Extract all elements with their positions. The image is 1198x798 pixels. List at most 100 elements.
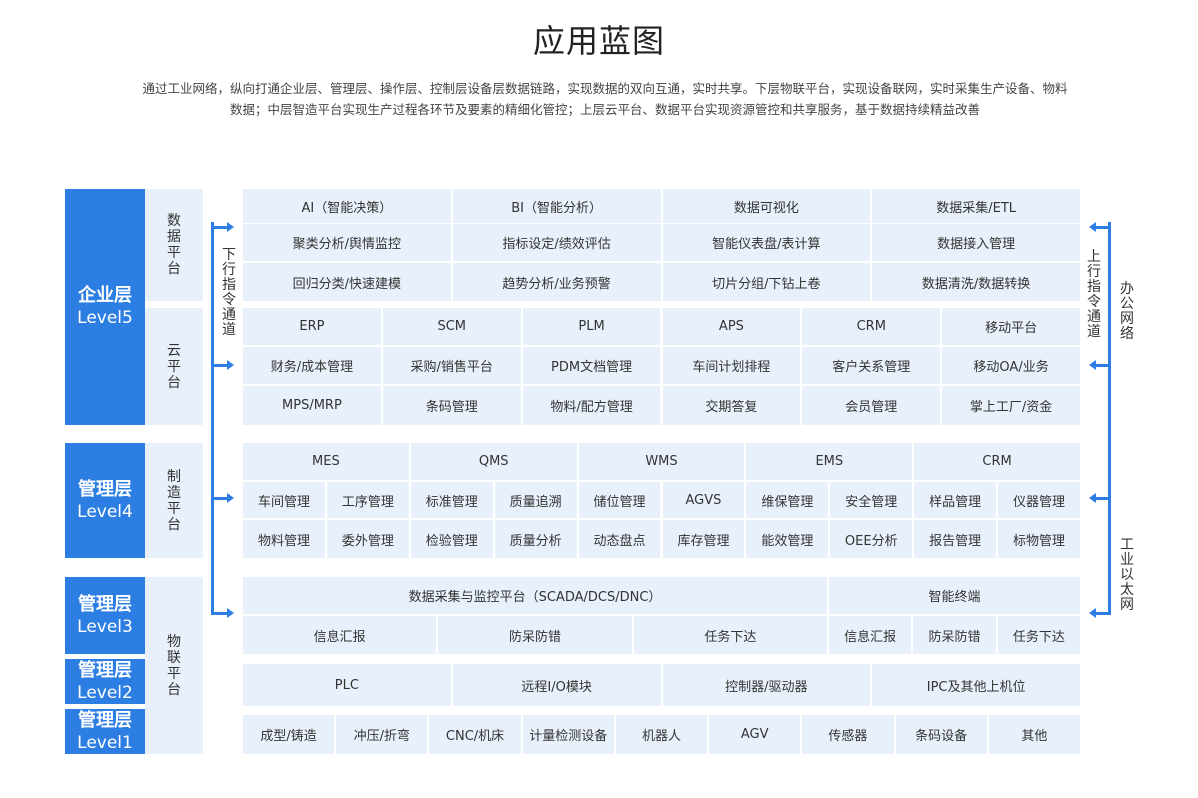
terminal-function-cell: 防呆防错 [913,616,996,654]
cloud-platform-cell: MPS/MRP [243,386,381,425]
platform-manufacturing: 制造平台 [145,443,203,558]
device-layer-cell: 计量检测设备 [522,715,614,754]
mfg-platform-cell: 质量追溯 [494,482,577,518]
up-channel-line [1108,222,1111,615]
down-arrow-3 [214,493,234,503]
mfg-platform-cell: 标物管理 [998,520,1080,558]
level-name: 管理层 [78,709,132,731]
cloud-platform-cell: PDM文档管理 [522,347,661,384]
level-code: Level2 [77,682,133,703]
device-layer-cell: 机器人 [615,715,708,754]
level-name: 管理层 [78,478,132,500]
mfg-platform-cell: 仪器管理 [998,482,1080,518]
cloud-platform-cell: 车间计划排程 [662,347,801,384]
device-layer-cell: 成型/铸造 [243,715,335,754]
cloud-platform-cell: 交期答复 [662,386,801,425]
terminal-function-cell: 信息汇报 [829,616,912,654]
control-layer-cell: PLC [243,664,451,706]
cloud-platform-cell: 会员管理 [802,386,941,425]
mfg-platform-cell: 动态盘点 [578,520,661,558]
cloud-platform-cell: SCM [382,308,521,345]
mfg-platform-header-cell: QMS [410,443,577,480]
down-channel-label: 下行指令通道 [222,247,236,338]
control-layer-cell: 控制器/驱动器 [662,664,871,706]
cloud-platform-cell: 掌上工厂/资金 [942,386,1080,425]
cloud-platform-cell: 客户关系管理 [802,347,941,384]
down-arrow-2 [214,360,234,370]
smart-terminal-cell: 智能终端 [829,577,1080,614]
cloud-platform-cell: 财务/成本管理 [243,347,381,384]
level-code: Level3 [77,616,133,637]
mfg-platform-cell: 安全管理 [830,482,913,518]
cloud-platform-cell: CRM [802,308,941,345]
level-code: Level4 [77,501,133,522]
up-arrow-2 [1089,360,1109,370]
page-title: 应用蓝图 [532,22,665,60]
data-platform-cell: 智能仪表盘/表计算 [662,224,871,261]
mfg-platform-cell: AGVS [662,482,745,518]
data-platform-cell: 数据可视化 [662,189,871,223]
data-platform-cell: 指标设定/绩效评估 [452,224,661,261]
data-platform-cell: BI（智能分析） [452,189,661,223]
device-layer-cell: CNC/机床 [429,715,521,754]
mfg-platform-header-cell: WMS [578,443,745,480]
office-network-label: 办公网络 [1120,281,1134,342]
device-layer-cell: AGV [709,715,801,754]
control-layer-cell: IPC及其他上机位 [872,664,1080,706]
level-name: 管理层 [78,593,132,615]
control-layer-cell: 远程I/O模块 [452,664,661,706]
data-platform-cell: 趋势分析/业务预警 [452,263,661,301]
device-layer-cell: 其他 [988,715,1080,754]
scada-function-cell: 信息汇报 [243,616,437,654]
platform-data: 数据平台 [145,189,203,301]
mfg-platform-cell: 检验管理 [410,520,493,558]
cloud-platform-cell: ERP [243,308,381,345]
scada-function-cell: 防呆防错 [438,616,632,654]
page-description: 通过工业网络，纵向打通企业层、管理层、操作层、控制层设备层数据链路，实现数据的双… [90,78,1120,120]
level-block-level1: 管理层 Level1 [65,709,145,754]
platform-label: 数据平台 [167,213,181,277]
mfg-platform-cell: 委外管理 [326,520,409,558]
device-layer-cell: 冲压/折弯 [336,715,428,754]
data-platform-cell: 数据接入管理 [872,224,1080,261]
data-platform-cell: 数据采集/ETL [872,189,1080,223]
mfg-platform-cell: 工序管理 [326,482,409,518]
level-block-enterprise: 企业层 Level5 [65,189,145,425]
mfg-platform-header-cell: EMS [746,443,913,480]
mfg-platform-cell: OEE分析 [830,520,913,558]
device-layer-cell: 条码设备 [895,715,987,754]
cloud-platform-cell: PLM [522,308,661,345]
platform-label: 制造平台 [167,468,181,533]
level-name: 管理层 [78,659,132,681]
level-name: 企业层 [78,285,132,306]
down-channel-line [211,222,214,615]
data-platform-cell: 数据清洗/数据转换 [872,263,1080,301]
mfg-platform-cell: 维保管理 [746,482,829,518]
data-platform-cell: AI（智能决策） [243,189,451,223]
up-arrow-3 [1089,493,1109,503]
mfg-platform-cell: 储位管理 [578,482,661,518]
data-platform-cell: 回归分类/快速建模 [243,263,451,301]
platform-cloud: 云平台 [145,308,203,425]
mfg-platform-cell: 报告管理 [914,520,997,558]
cloud-platform-cell: 采购/销售平台 [382,347,521,384]
mfg-platform-cell: 能效管理 [746,520,829,558]
mfg-platform-header-cell: MES [243,443,409,480]
industrial-ethernet-label: 工业以太网 [1120,537,1134,613]
scada-platform-cell: 数据采集与监控平台（SCADA/DCS/DNC） [243,577,827,614]
description-line-2: 数据；中层智造平台实现生产过程各环节及要素的精细化管控；上层云平台、数据平台实现… [229,102,980,117]
level-code: Level5 [77,308,133,328]
description-line-1: 通过工业网络，纵向打通企业层、管理层、操作层、控制层设备层数据链路，实现数据的双… [142,81,1068,96]
mfg-platform-cell: 样品管理 [914,482,997,518]
level-block-level2: 管理层 Level2 [65,659,145,704]
down-arrow-4 [214,608,234,618]
data-platform-cell: 切片分组/下钻上卷 [662,263,871,301]
level-block-level3: 管理层 Level3 [65,577,145,654]
mfg-platform-cell: 车间管理 [243,482,325,518]
mfg-platform-header-cell: CRM [914,443,1080,480]
cloud-platform-cell: 物料/配方管理 [522,386,661,425]
cloud-platform-cell: 移动平台 [942,308,1080,345]
platform-label: 物联平台 [167,633,181,698]
up-arrow-4 [1089,608,1109,618]
data-platform-cell: 聚类分析/舆情监控 [243,224,451,261]
